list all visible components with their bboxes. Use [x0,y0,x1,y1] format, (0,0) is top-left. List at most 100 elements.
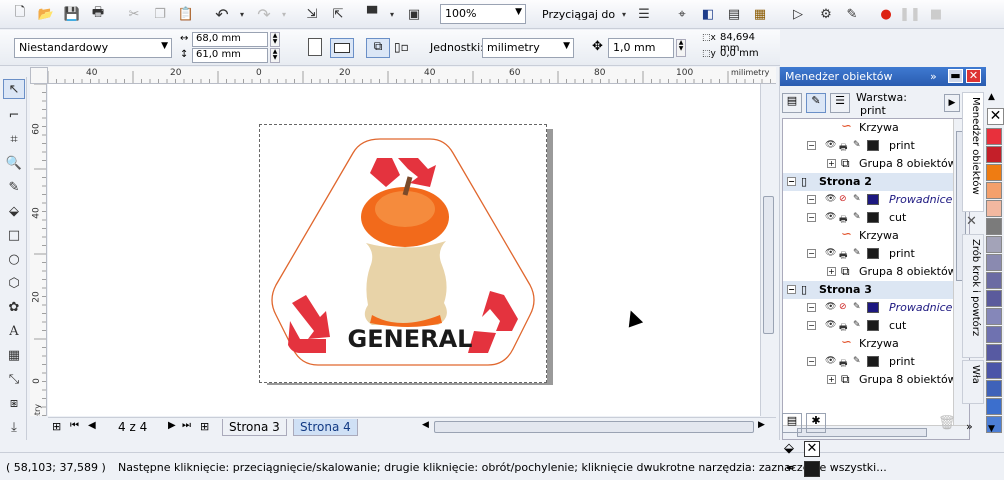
collapse-icon[interactable]: − [807,303,816,312]
snap-dropdown-icon[interactable]: ▾ [614,4,634,24]
tab-object-manager[interactable]: Menedżer obiektów [962,92,984,212]
color-swatch[interactable] [986,236,1002,253]
scroll-thumb[interactable] [763,196,774,334]
scrapbook-icon[interactable]: ▦ [750,4,770,24]
new-master-layer-icon[interactable]: ✱ [806,413,826,433]
page-row[interactable]: − ▯ Strona 2 [783,173,969,191]
eye-icon[interactable]: 👁 [825,248,836,258]
save-icon[interactable]: 💾 [62,4,82,24]
page-width-input[interactable]: 68,0 mm [192,32,268,47]
flyout-menu-icon[interactable]: ▶ [944,94,960,112]
options-icon[interactable]: ◧ [698,4,718,24]
fill-swatch[interactable]: ✕ [804,441,820,457]
dimension-tool-icon[interactable]: ⤡ [3,369,25,389]
color-swatch[interactable] [986,308,1002,325]
width-spinner[interactable]: ▲ ▼ [270,32,280,47]
expand-icon[interactable]: + [827,159,836,168]
expand-icon[interactable]: + [827,267,836,276]
printer-icon[interactable]: 🖶 [839,140,848,156]
palette-scroll-up-icon[interactable]: ▲ [988,92,995,102]
pick-tool-icon[interactable]: ↖ [3,79,25,99]
drawing-canvas[interactable]: GENERAL ▲ [48,84,760,416]
palette-scroll-down-icon[interactable]: ▼ [988,424,995,434]
eye-icon[interactable]: 👁 [825,140,836,150]
printer-disabled-icon[interactable]: ⊘ [839,194,847,204]
layer-row[interactable]: − 👁 ⊘ ✎ Prowadnice [783,299,969,317]
eye-icon[interactable]: 👁 [825,194,836,204]
corel-connect-icon[interactable]: ▤ [724,4,744,24]
dynamic-guides-icon[interactable]: ⌖ [672,4,692,24]
color-swatch[interactable] [986,182,1002,199]
printer-icon[interactable]: 🖶 [839,356,848,372]
tab-strona-3[interactable]: Strona 3 [222,419,287,436]
minimize-icon[interactable]: ▬ [948,69,963,83]
eye-icon[interactable]: 👁 [825,302,836,312]
next-page-icon[interactable]: ▶ [168,420,176,431]
horizontal-ruler[interactable]: 40 20 0 20 40 60 80 100 milimetry [48,67,776,84]
first-page-icon[interactable]: ⏮ [70,420,79,431]
height-spinner[interactable]: ▲ ▼ [270,48,280,63]
show-properties-icon[interactable]: ▤ [782,93,802,113]
expand-tabs-icon[interactable]: » [966,420,973,433]
layer-row[interactable]: − 👁 🖶 ✎ print [783,137,969,156]
shape-tool-icon[interactable]: ⌐ [3,105,25,125]
eye-icon[interactable]: 👁 [825,320,836,330]
color-swatch[interactable] [986,164,1002,181]
run-macro-icon[interactable]: ▷ [788,4,808,24]
recycle-artwork[interactable]: GENERAL [260,125,548,384]
snap-to-dropdown[interactable]: Przyciągaj do [542,8,615,21]
object-row[interactable]: ∽ Krzywa [783,119,969,137]
ellipse-tool-icon[interactable]: ○ [3,249,25,269]
object-row[interactable]: + ⧉ Grupa 8 obiektów [783,263,969,281]
color-swatch[interactable] [986,398,1002,415]
connector-tool-icon[interactable]: ⧆ [3,393,25,413]
expand-icon[interactable]: + [827,375,836,384]
paper-type-select[interactable]: Niestandardowy ▼ [14,38,172,58]
record-macro-icon[interactable]: ● [876,4,896,24]
stop-macro-icon[interactable]: ■ [926,4,946,24]
tab-strona-4[interactable]: Strona 4 [293,419,358,436]
last-page-icon[interactable]: ⏭ [182,420,191,431]
eyedropper-tool-icon[interactable]: ⤓ [3,417,25,437]
pencil-icon[interactable]: ✎ [853,140,861,150]
new-document-icon[interactable]: 🗋 [10,4,30,24]
object-row[interactable]: ∽ Krzywa [783,335,969,353]
layer-row[interactable]: − 👁 🖶 ✎ print [783,245,969,264]
crop-tool-icon[interactable]: ⌗ [3,129,25,149]
printer-icon[interactable]: 🖶 [839,320,848,336]
color-swatch[interactable] [986,272,1002,289]
page-height-input[interactable]: 61,0 mm [192,48,268,63]
nudge-spinner[interactable]: ▲ ▼ [676,39,686,57]
undo-icon[interactable]: ↶ [212,4,232,24]
vertical-scrollbar[interactable] [760,84,776,416]
layer-row[interactable]: − 👁 🖶 ✎ print [783,353,969,372]
duplicate-distance-y[interactable]: 0,0 mm [718,48,778,63]
basic-shapes-icon[interactable]: ✿ [3,297,25,317]
previous-page-icon[interactable]: ◀ [88,420,96,431]
color-swatch[interactable] [986,380,1002,397]
edit-across-layers-icon[interactable]: ✎ [806,93,826,113]
application-launcher-icon[interactable]: ▀ [362,4,382,24]
export-icon[interactable]: ⇱ [328,4,348,24]
layer-row[interactable]: − 👁 🖶 ✎ cut [783,209,969,227]
undo-dropdown-icon[interactable]: ▾ [232,4,252,24]
scroll-left-icon[interactable]: ◀ [422,420,429,430]
copy-icon[interactable]: ❐ [150,4,170,24]
no-color-swatch[interactable]: ✕ [987,108,1004,125]
vertical-ruler[interactable]: 60 40 20 0 milimetry [30,84,47,416]
collapse-icon[interactable]: − [807,195,816,204]
layer-row[interactable]: − 👁 🖶 ✎ cut [783,317,969,336]
delete-icon[interactable]: 🗑 [938,415,956,431]
color-swatch[interactable] [986,128,1002,145]
scroll-right-icon[interactable]: ▶ [758,420,765,430]
freehand-tool-icon[interactable]: ✎ [3,177,25,197]
object-row[interactable]: + ⧉ Grupa 8 obiektów [783,155,969,173]
pencil-icon[interactable]: ✎ [853,302,861,312]
pencil-icon[interactable]: ✎ [853,320,861,330]
collapse-icon[interactable]: − [807,249,816,258]
printer-icon[interactable]: 🖶 [839,248,848,264]
polygon-tool-icon[interactable]: ⬡ [3,273,25,293]
new-layer-icon[interactable]: ▤ [782,413,802,433]
outline-swatch[interactable] [804,461,820,477]
color-swatch[interactable] [986,362,1002,379]
